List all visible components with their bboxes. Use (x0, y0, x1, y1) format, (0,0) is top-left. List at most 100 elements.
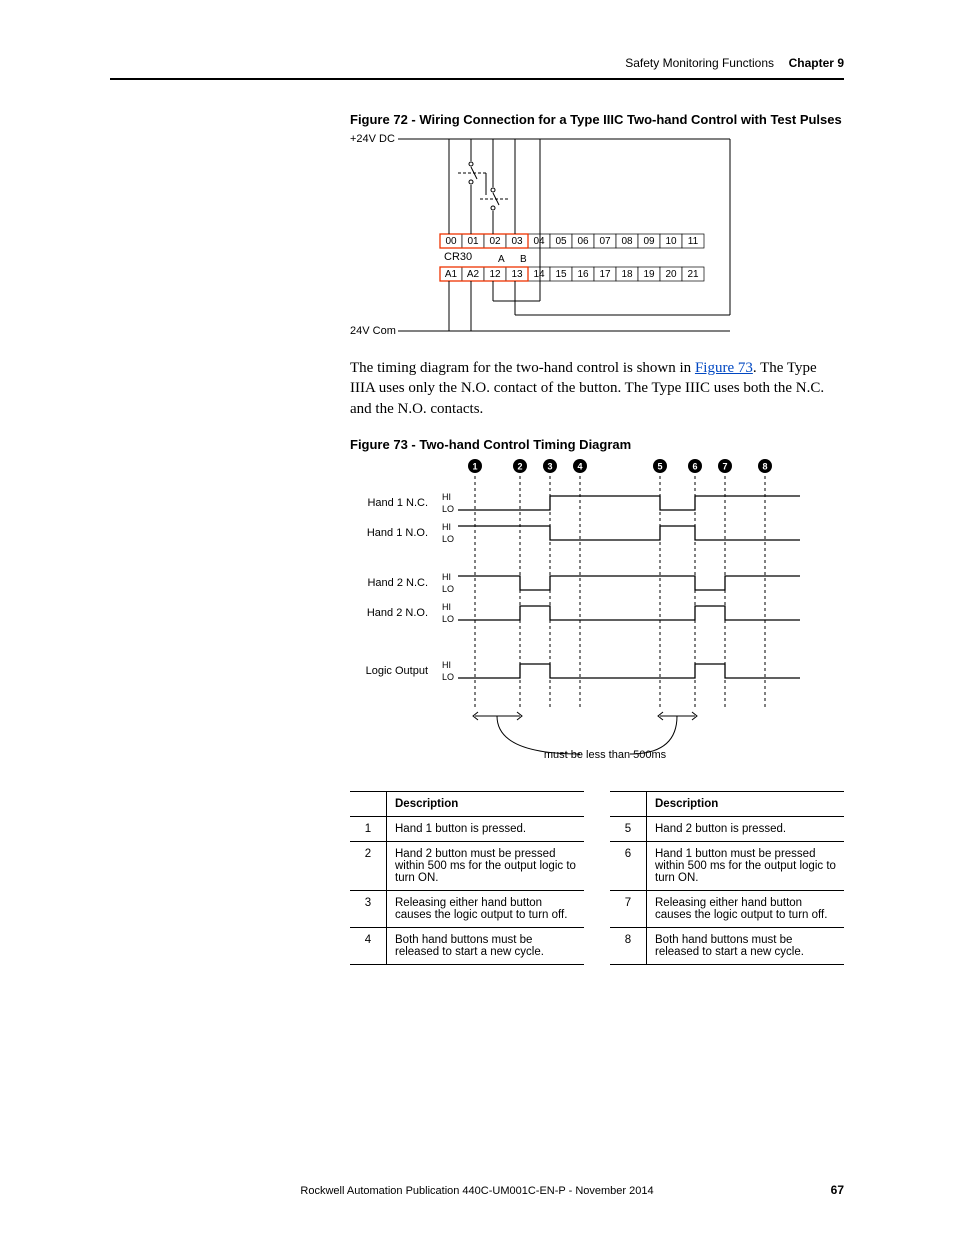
svg-text:LO: LO (442, 534, 454, 544)
svg-text:LO: LO (442, 614, 454, 624)
row-num: 3 (350, 890, 387, 927)
table-row: 5Hand 2 button is pressed. (610, 816, 844, 841)
timing-note: must be less than 500ms (544, 749, 667, 761)
svg-text:4: 4 (577, 461, 582, 471)
table-row: 3Releasing either hand button causes the… (350, 890, 584, 927)
ab-b: B (520, 254, 527, 265)
svg-text:08: 08 (621, 236, 633, 247)
svg-text:10: 10 (665, 236, 677, 247)
col-desc: Description (387, 791, 585, 816)
svg-text:09: 09 (643, 236, 655, 247)
svg-text:Hand 1 N.C.: Hand 1 N.C. (367, 497, 428, 509)
svg-text:07: 07 (599, 236, 611, 247)
svg-text:6: 6 (692, 461, 697, 471)
svg-text:06: 06 (577, 236, 589, 247)
svg-text:Hand 1 N.O.: Hand 1 N.O. (367, 527, 428, 539)
svg-text:8: 8 (762, 461, 767, 471)
svg-text:11: 11 (688, 236, 699, 247)
svg-text:16: 16 (577, 269, 589, 280)
timing-arrows (473, 712, 697, 754)
figure-73-link[interactable]: Figure 73 (695, 360, 753, 376)
row-desc: Hand 2 button must be pressed within 500… (387, 841, 585, 890)
svg-text:LO: LO (442, 504, 454, 514)
col-desc: Description (647, 791, 845, 816)
document-page: Safety Monitoring Functions Chapter 9 Fi… (0, 0, 954, 1235)
svg-text:19: 19 (643, 269, 655, 280)
row-desc: Releasing either hand button causes the … (647, 890, 845, 927)
row-desc: Hand 1 button is pressed. (387, 816, 585, 841)
page-header: Safety Monitoring Functions Chapter 9 (110, 56, 844, 80)
svg-text:18: 18 (621, 269, 633, 280)
svg-text:21: 21 (687, 269, 699, 280)
svg-text:15: 15 (555, 269, 567, 280)
svg-text:Logic Output: Logic Output (366, 665, 428, 677)
body-paragraph: The timing diagram for the two-hand cont… (350, 358, 844, 419)
description-tables: Description 1Hand 1 button is pressed.2H… (350, 791, 844, 965)
row-num: 8 (610, 927, 647, 964)
svg-text:HI: HI (442, 492, 451, 502)
svg-text:HI: HI (442, 572, 451, 582)
figure-72-caption: Figure 72 - Wiring Connection for a Type… (350, 112, 844, 127)
row-num: 5 (610, 816, 647, 841)
figure-73-caption: Figure 73 - Two-hand Control Timing Diag… (350, 437, 844, 452)
svg-text:13: 13 (511, 269, 523, 280)
svg-text:LO: LO (442, 672, 454, 682)
row-desc: Both hand buttons must be released to st… (647, 927, 845, 964)
main-content: Figure 72 - Wiring Connection for a Type… (350, 112, 844, 965)
row-num: 2 (350, 841, 387, 890)
table-row: 2Hand 2 button must be pressed within 50… (350, 841, 584, 890)
row-num: 6 (610, 841, 647, 890)
svg-text:02: 02 (489, 236, 501, 247)
desc-table-left: Description 1Hand 1 button is pressed.2H… (350, 791, 584, 965)
table-row: 4Both hand buttons must be released to s… (350, 927, 584, 964)
svg-text:HI: HI (442, 602, 451, 612)
row-desc: Hand 1 button must be pressed within 500… (647, 841, 845, 890)
svg-text:HI: HI (442, 660, 451, 670)
svg-text:03: 03 (511, 236, 523, 247)
ab-a: A (498, 254, 505, 265)
svg-text:LO: LO (442, 584, 454, 594)
para-pre: The timing diagram for the two-hand cont… (350, 360, 695, 376)
label-24v-com: 24V Com (350, 325, 396, 337)
label-24v-dc: +24V DC (350, 133, 395, 145)
page-footer: Rockwell Automation Publication 440C-UM0… (110, 1185, 844, 1197)
row-desc: Hand 2 button is pressed. (647, 816, 845, 841)
svg-text:12: 12 (489, 269, 501, 280)
svg-text:3: 3 (547, 461, 552, 471)
desc-table-right: Description 5Hand 2 button is pressed.6H… (610, 791, 844, 965)
svg-text:2: 2 (517, 461, 522, 471)
terminal-block: 00 01 02 03 04 05 06 07 08 09 10 11 A1 A2 12 13 14 15 16 1… (440, 234, 704, 281)
row-desc: Both hand buttons must be released to st… (387, 927, 585, 964)
section-title: Safety Monitoring Functions (625, 56, 774, 70)
svg-text:A2: A2 (467, 269, 480, 280)
svg-text:5: 5 (657, 461, 662, 471)
svg-text:01: 01 (467, 236, 479, 247)
svg-text:00: 00 (445, 236, 457, 247)
page-number: 67 (831, 1183, 844, 1197)
row-desc: Releasing either hand button causes the … (387, 890, 585, 927)
row-num: 1 (350, 816, 387, 841)
chapter-label: Chapter 9 (789, 56, 844, 70)
row-num: 4 (350, 927, 387, 964)
svg-text:17: 17 (599, 269, 611, 280)
svg-text:14: 14 (533, 269, 545, 280)
device-label: CR30 (444, 251, 472, 263)
svg-text:HI: HI (442, 522, 451, 532)
svg-text:04: 04 (533, 236, 545, 247)
publication-id: Rockwell Automation Publication 440C-UM0… (300, 1185, 653, 1197)
svg-text:1: 1 (472, 461, 477, 471)
svg-text:A1: A1 (445, 269, 458, 280)
svg-text:Hand 2 N.C.: Hand 2 N.C. (367, 577, 428, 589)
table-row: 7Releasing either hand button causes the… (610, 890, 844, 927)
svg-text:05: 05 (555, 236, 567, 247)
wiring-top (449, 139, 515, 234)
table-row: 6Hand 1 button must be pressed within 50… (610, 841, 844, 890)
table-row: 8Both hand buttons must be released to s… (610, 927, 844, 964)
figure-72-diagram: +24V DC 24V Com 00 01 02 03 04 05 06 07 08 09 10 11… (350, 129, 844, 342)
svg-text:7: 7 (722, 461, 727, 471)
table-row: 1Hand 1 button is pressed. (350, 816, 584, 841)
svg-text:Hand 2 N.O.: Hand 2 N.O. (367, 607, 428, 619)
figure-73-diagram: 1 2 3 4 5 6 7 8 Hand 1 N.C. HI LO Hand 1 N.O. HI LO H… (350, 454, 844, 777)
svg-text:20: 20 (665, 269, 677, 280)
row-num: 7 (610, 890, 647, 927)
